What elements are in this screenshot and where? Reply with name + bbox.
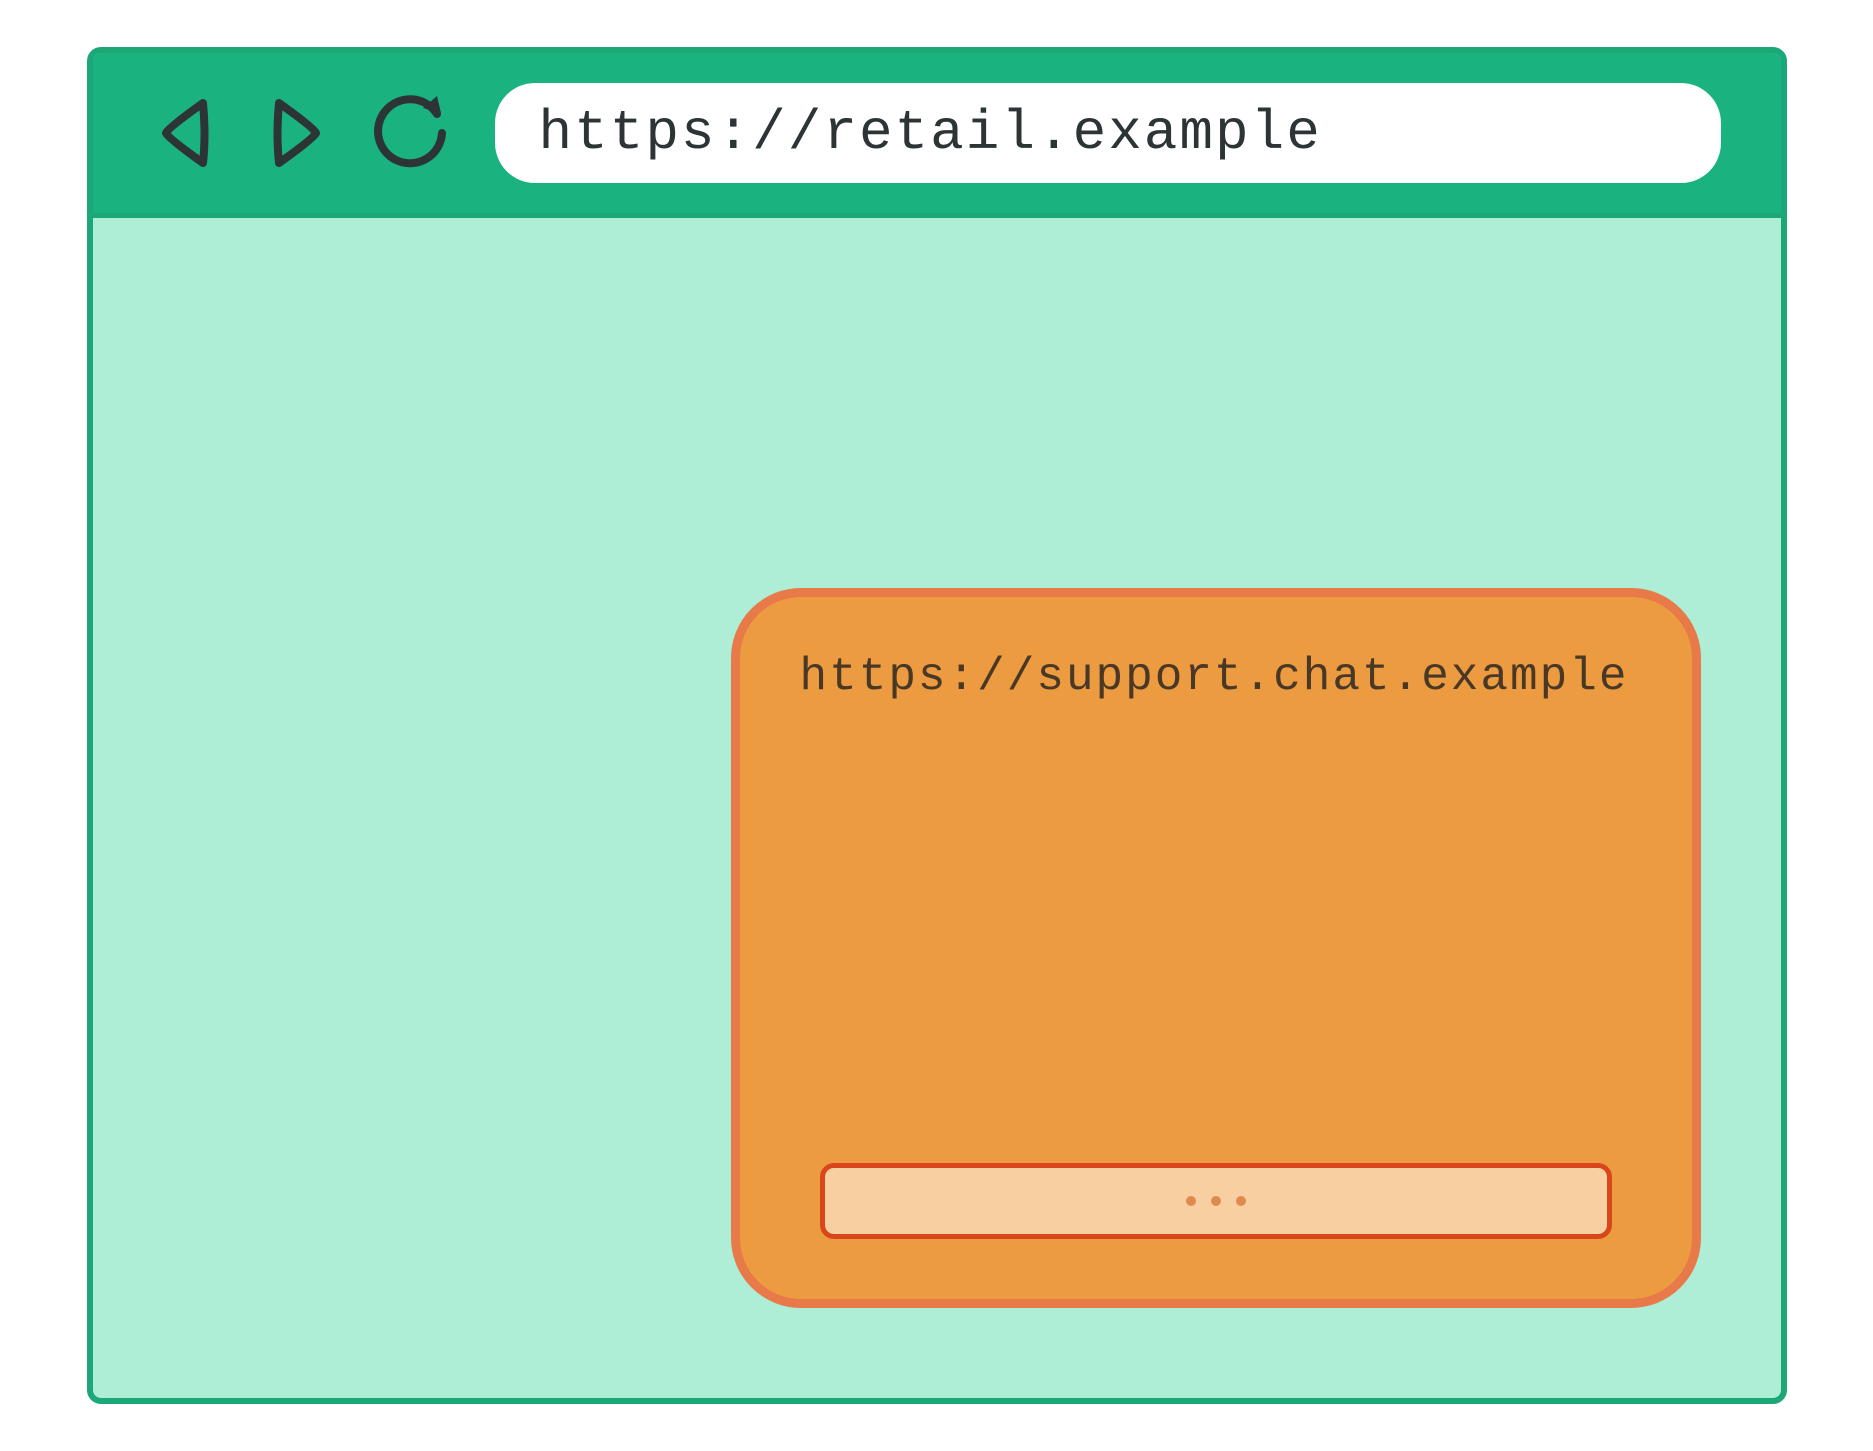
typing-indicator-icon (1181, 1191, 1251, 1211)
page-viewport: https://support.chat.example (93, 218, 1781, 1398)
forward-icon[interactable] (259, 88, 329, 178)
chat-input[interactable] (820, 1163, 1612, 1239)
browser-toolbar: https://retail.example (93, 53, 1781, 218)
chat-widget-origin: https://support.chat.example (800, 651, 1642, 703)
address-bar[interactable]: https://retail.example (495, 83, 1721, 183)
chat-widget: https://support.chat.example (731, 588, 1701, 1308)
browser-window: https://retail.example https://support.c… (87, 47, 1787, 1404)
nav-controls (153, 88, 455, 178)
reload-icon[interactable] (365, 88, 455, 178)
back-icon[interactable] (153, 88, 223, 178)
address-bar-url: https://retail.example (539, 101, 1322, 165)
